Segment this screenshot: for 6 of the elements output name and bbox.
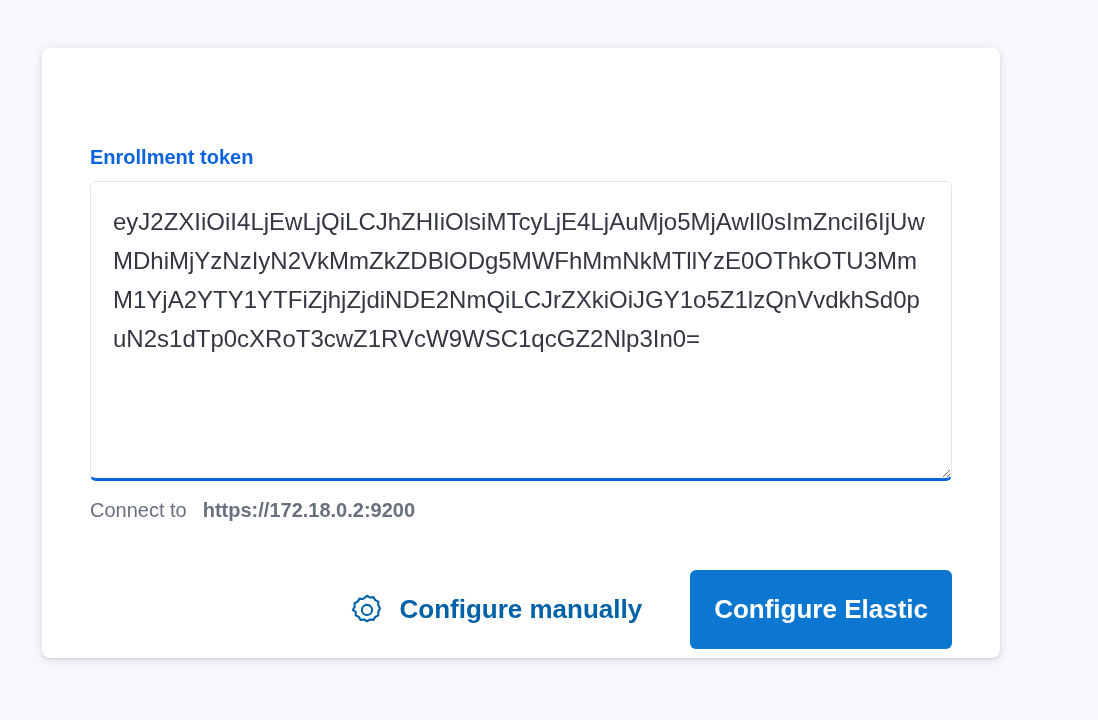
server-address: https://172.18.0.2:9200 [202, 499, 416, 522]
configure-elastic-button[interactable]: Configure Elastic [690, 570, 952, 649]
field-label: Enrollment token [90, 146, 254, 169]
token-field[interactable]: eyJ2ZXIiOiI4LjEwLjQiLCJhZHIiOlsiMTcyLjE4LjAuMjo5MjAwIl0sImZnciI6IjUwMDhiMjYzNzIyN2VkMmZkZDBlODg5MWFhMmNkMTllYzE0OThkOTU3MmM1YjA2YTY1YTFiZjhjZjdiNDE2NmQiLCJrZXkiOiJGY1o5Z1lzQnVvdkhSd0puN2s1dTp0cXRoT3cwZ1RVcW9WSC1qcGZ2Nlp3In0= [90, 181, 952, 481]
connect-label: Connect to [90, 499, 187, 522]
configure-manually-button[interactable]: Configure manually [349, 591, 643, 628]
